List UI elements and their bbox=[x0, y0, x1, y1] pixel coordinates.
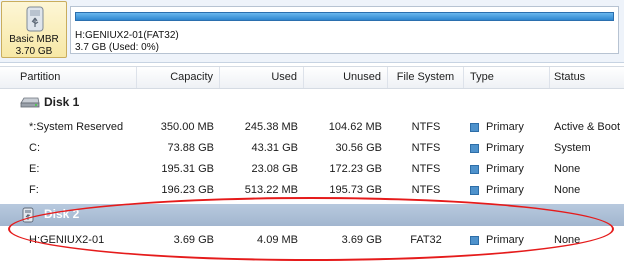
capacity-cell: 3.69 GB bbox=[173, 234, 214, 246]
partition-usage-bar bbox=[75, 12, 614, 21]
type-cell: Primary bbox=[486, 163, 524, 175]
usb-drive-icon bbox=[26, 6, 44, 32]
column-header-status[interactable]: Status bbox=[550, 67, 624, 88]
unused-cell: 30.56 GB bbox=[335, 142, 382, 154]
disk-map-disk-tile[interactable]: Basic MBR 3.70 GB bbox=[1, 1, 67, 58]
partition-row[interactable]: *:System Reserved 350.00 MB 245.38 MB 10… bbox=[0, 117, 624, 138]
primary-partition-icon bbox=[470, 236, 479, 245]
partition-name-cell: *:System Reserved bbox=[29, 121, 124, 133]
usb-drive-icon bbox=[22, 207, 34, 223]
column-header-partition[interactable]: Partition bbox=[0, 67, 137, 88]
used-cell: 4.09 MB bbox=[257, 234, 298, 246]
status-cell: System bbox=[554, 142, 591, 154]
partition-name-label: H:GENIUX2-01(FAT32) bbox=[75, 30, 179, 41]
disk-group-label: Disk 2 bbox=[44, 207, 80, 221]
unused-cell: 3.69 GB bbox=[341, 234, 382, 246]
column-header-unused[interactable]: Unused bbox=[304, 67, 388, 88]
column-header-file-system[interactable]: File System bbox=[388, 67, 464, 88]
unused-cell: 195.73 GB bbox=[329, 184, 382, 196]
file-system-cell: NTFS bbox=[411, 142, 441, 154]
partition-list-header: Partition Capacity Used Unused File Syst… bbox=[0, 66, 624, 89]
disk-map-partition-block[interactable]: H:GENIUX2-01(FAT32) 3.7 GB (Used: 0%) bbox=[70, 6, 619, 54]
partition-name-cell: F: bbox=[29, 184, 39, 196]
used-cell: 245.38 MB bbox=[244, 121, 298, 133]
type-cell: Primary bbox=[486, 234, 524, 246]
column-header-type[interactable]: Type bbox=[464, 67, 550, 88]
used-cell: 513.22 MB bbox=[244, 184, 298, 196]
primary-partition-icon bbox=[470, 186, 479, 195]
partition-row[interactable]: C: 73.88 GB 43.31 GB 30.56 GB NTFS Prima… bbox=[0, 138, 624, 159]
type-cell: Primary bbox=[486, 121, 524, 133]
file-system-cell: NTFS bbox=[411, 184, 441, 196]
used-cell: 43.31 GB bbox=[251, 142, 298, 154]
capacity-cell: 73.88 GB bbox=[167, 142, 214, 154]
capacity-cell: 195.31 GB bbox=[161, 163, 214, 175]
file-system-cell: FAT32 bbox=[410, 234, 442, 246]
capacity-cell: 196.23 GB bbox=[161, 184, 214, 196]
file-system-cell: NTFS bbox=[411, 163, 441, 175]
capacity-cell: 350.00 MB bbox=[160, 121, 214, 133]
partition-row[interactable]: E: 195.31 GB 23.08 GB 172.23 GB NTFS Pri… bbox=[0, 159, 624, 180]
unused-cell: 104.62 MB bbox=[328, 121, 382, 133]
partition-name-cell: H:GENIUX2-01 bbox=[29, 234, 105, 246]
partition-row[interactable]: F: 196.23 GB 513.22 MB 195.73 GB NTFS Pr… bbox=[0, 180, 624, 201]
primary-partition-icon bbox=[470, 165, 479, 174]
disk-size-label: 3.70 GB bbox=[15, 46, 53, 57]
partition-name-cell: C: bbox=[29, 142, 40, 154]
disk-map-panel: Basic MBR 3.70 GB H:GENIUX2-01(FAT32) 3.… bbox=[0, 0, 624, 63]
type-cell: Primary bbox=[486, 142, 524, 154]
status-cell: None bbox=[554, 184, 581, 196]
partition-name-cell: E: bbox=[29, 163, 40, 175]
unused-cell: 172.23 GB bbox=[329, 163, 382, 175]
disk-group-row-selected[interactable]: Disk 2 bbox=[0, 204, 624, 226]
file-system-cell: NTFS bbox=[411, 121, 441, 133]
partition-manager-view: Basic MBR 3.70 GB H:GENIUX2-01(FAT32) 3.… bbox=[0, 0, 624, 267]
primary-partition-icon bbox=[470, 123, 479, 132]
status-cell: None bbox=[554, 163, 581, 175]
used-cell: 23.08 GB bbox=[251, 163, 298, 175]
partition-info-label: 3.7 GB (Used: 0%) bbox=[75, 42, 159, 53]
hard-disk-icon bbox=[20, 97, 40, 108]
type-cell: Primary bbox=[486, 184, 524, 196]
disk-group-row[interactable]: Disk 1 bbox=[0, 92, 624, 113]
partition-row[interactable]: H:GENIUX2-01 3.69 GB 4.09 MB 3.69 GB FAT… bbox=[0, 230, 624, 251]
column-header-used[interactable]: Used bbox=[220, 67, 304, 88]
disk-type-label: Basic MBR bbox=[9, 34, 59, 45]
primary-partition-icon bbox=[470, 144, 479, 153]
column-header-capacity[interactable]: Capacity bbox=[137, 67, 220, 88]
disk-group-label: Disk 1 bbox=[44, 95, 80, 109]
status-cell: Active & Boot bbox=[554, 121, 621, 133]
status-cell: None bbox=[554, 234, 581, 246]
